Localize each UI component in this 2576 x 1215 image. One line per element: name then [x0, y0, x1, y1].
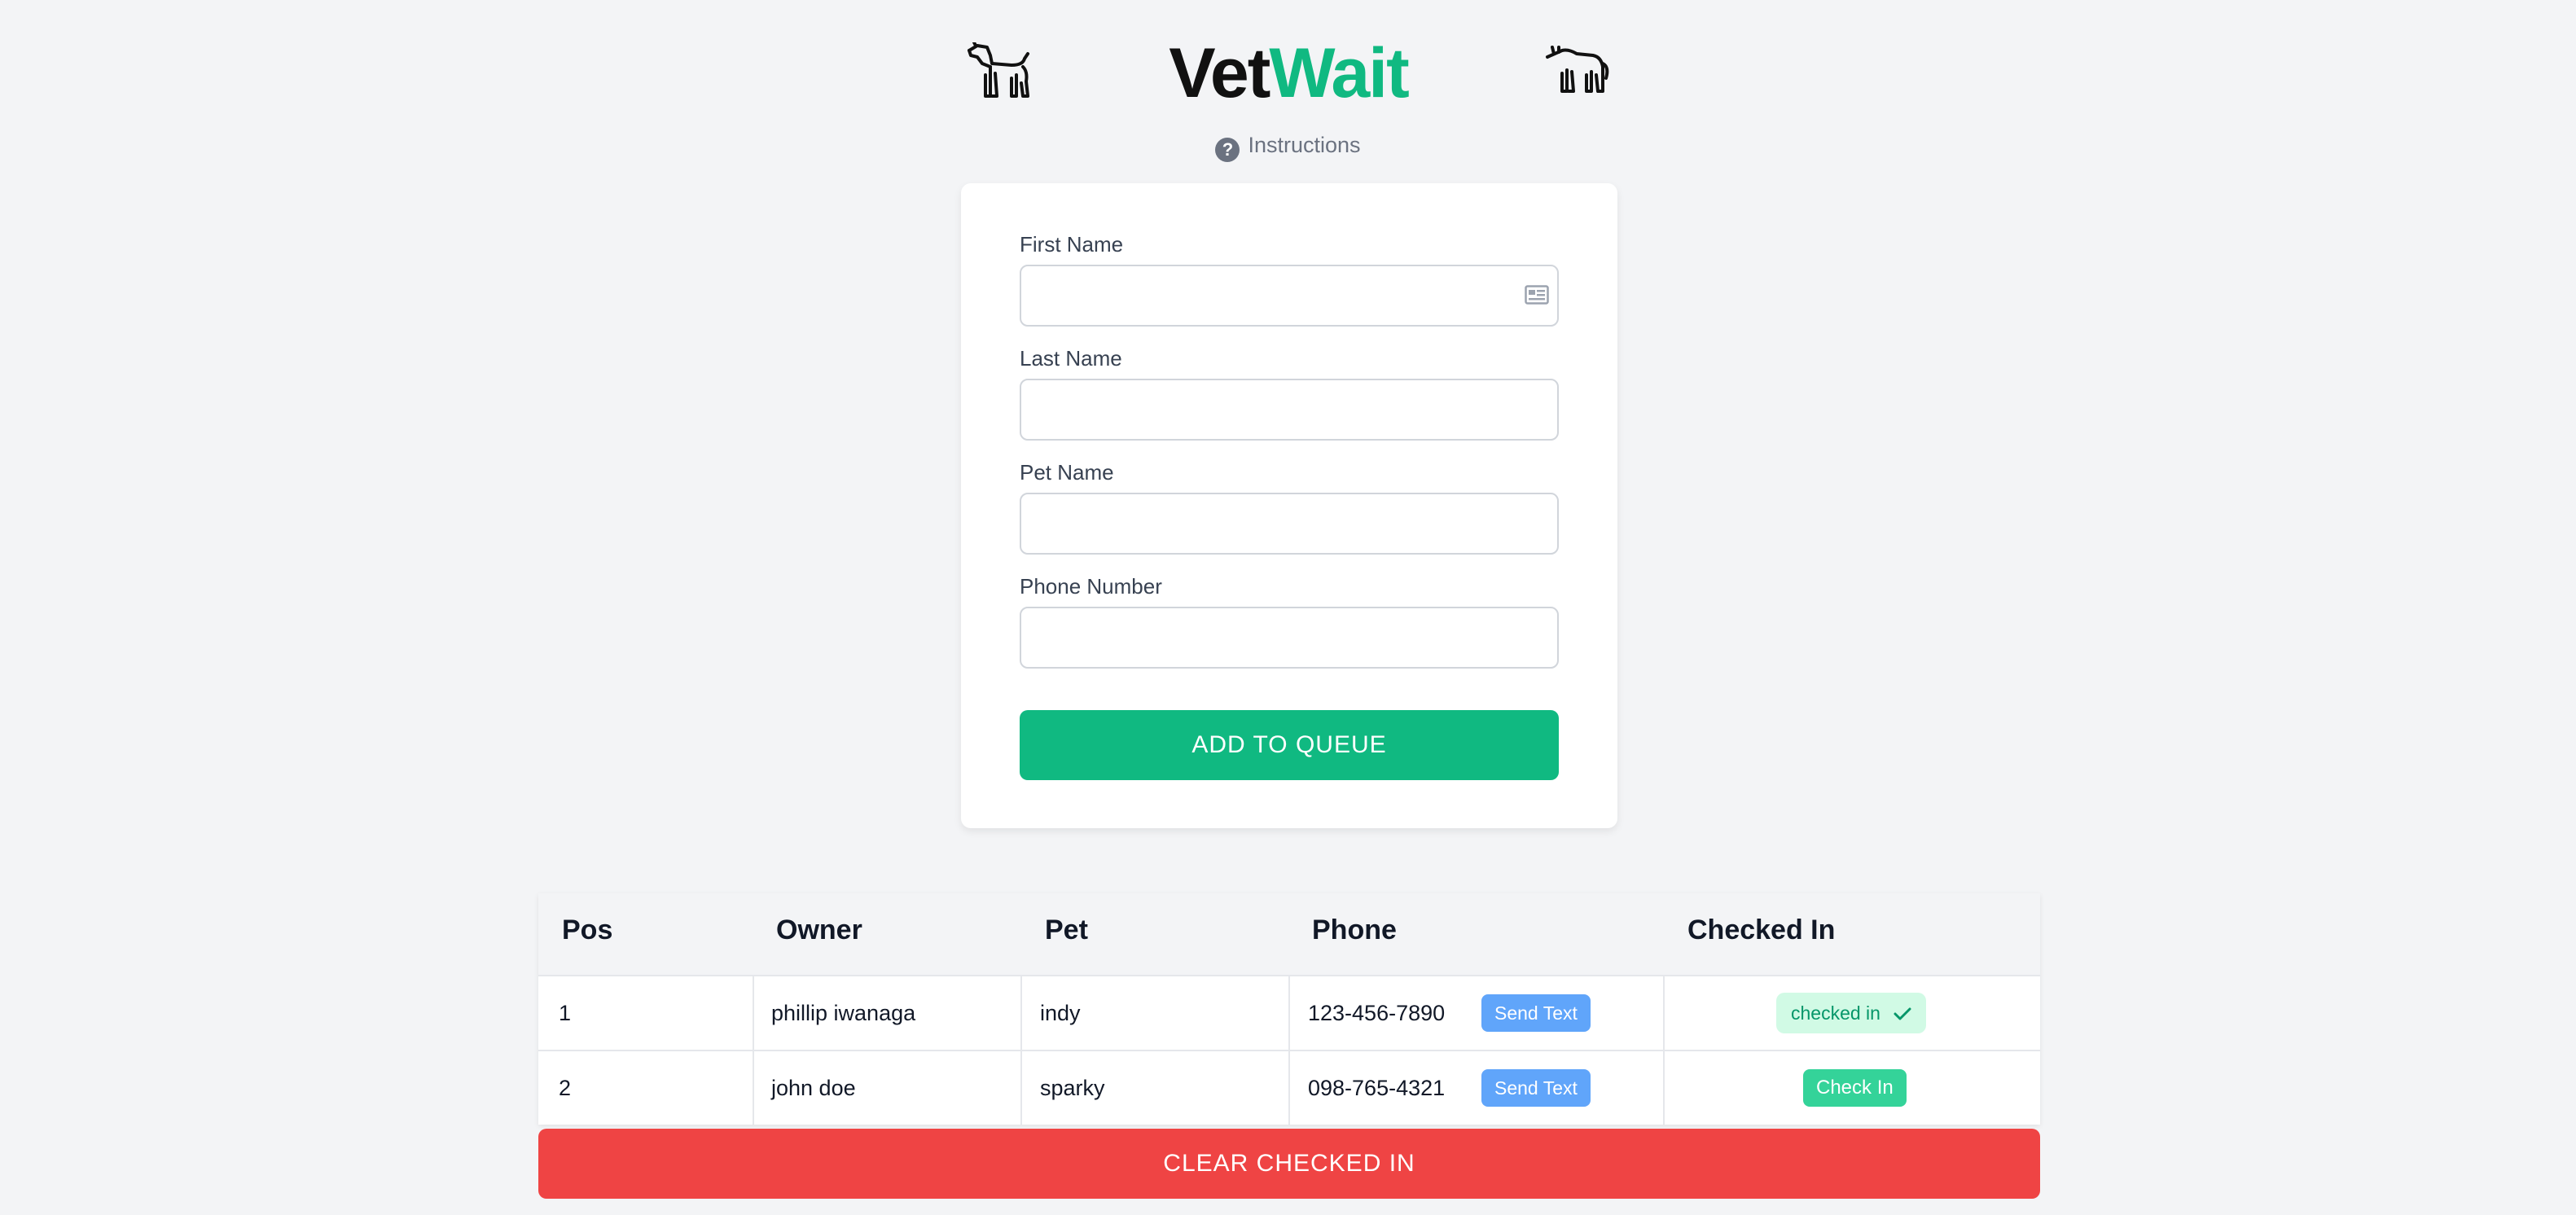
checked-in-label: checked in: [1791, 1002, 1880, 1024]
last-name-label: Last Name: [1020, 346, 1122, 371]
brand-logo: VetWait: [1156, 33, 1420, 122]
pet-name-label: Pet Name: [1020, 460, 1114, 485]
column-divider: [1663, 975, 1665, 1125]
checkmark-icon: [1894, 1007, 1911, 1020]
cell-pet: sparky: [1040, 1076, 1105, 1100]
phone-number-input[interactable]: [1020, 607, 1559, 669]
send-text-button[interactable]: Send Text: [1481, 994, 1591, 1032]
checked-in-badge: checked in: [1776, 993, 1927, 1033]
column-header-phone: Phone: [1312, 915, 1397, 945]
cell-owner: phillip iwanaga: [771, 1001, 916, 1025]
first-name-label: First Name: [1020, 232, 1124, 257]
cell-phone: 123-456-7890: [1308, 1001, 1446, 1025]
last-name-input[interactable]: [1020, 379, 1559, 441]
phone-number-label: Phone Number: [1020, 574, 1162, 599]
brand-part-wait: Wait: [1269, 34, 1409, 112]
cell-phone: 098-765-4321: [1308, 1076, 1446, 1100]
add-to-queue-button[interactable]: ADD TO QUEUE: [1020, 710, 1559, 780]
send-text-button[interactable]: Send Text: [1481, 1069, 1591, 1107]
column-header-pos: Pos: [562, 915, 613, 945]
queue-table: Pos Owner Pet Phone Checked In 1 phillip…: [538, 893, 2040, 1125]
first-name-input[interactable]: [1020, 265, 1559, 327]
pet-name-input[interactable]: [1020, 493, 1559, 555]
cell-pet: indy: [1040, 1001, 1081, 1025]
contact-card-icon: [1525, 285, 1549, 305]
check-in-button[interactable]: Check In: [1803, 1069, 1907, 1107]
column-divider: [753, 975, 754, 1125]
brand-part-vet: Vet: [1169, 34, 1270, 112]
cat-icon: [1546, 46, 1609, 93]
header: VetWait: [0, 33, 2576, 122]
question-circle-icon: ?: [1215, 138, 1240, 162]
clear-checked-in-button[interactable]: CLEAR CHECKED IN: [538, 1129, 2040, 1199]
column-divider: [1020, 975, 1022, 1125]
instructions-link[interactable]: ? Instructions: [0, 130, 2576, 162]
cell-owner: john doe: [771, 1076, 856, 1100]
column-header-checked-in: Checked In: [1687, 915, 1836, 945]
column-header-pet: Pet: [1045, 915, 1088, 945]
table-header: Pos Owner Pet Phone Checked In: [538, 893, 2040, 975]
instructions-label: Instructions: [1248, 133, 1361, 157]
cell-pos: 2: [559, 1076, 572, 1100]
add-to-queue-form: First Name Last Name Pet Name Phone Numb…: [961, 183, 1617, 828]
cell-pos: 1: [559, 1001, 572, 1025]
dog-icon: [968, 42, 1029, 98]
column-header-owner: Owner: [776, 915, 862, 945]
column-divider: [1288, 975, 1290, 1125]
